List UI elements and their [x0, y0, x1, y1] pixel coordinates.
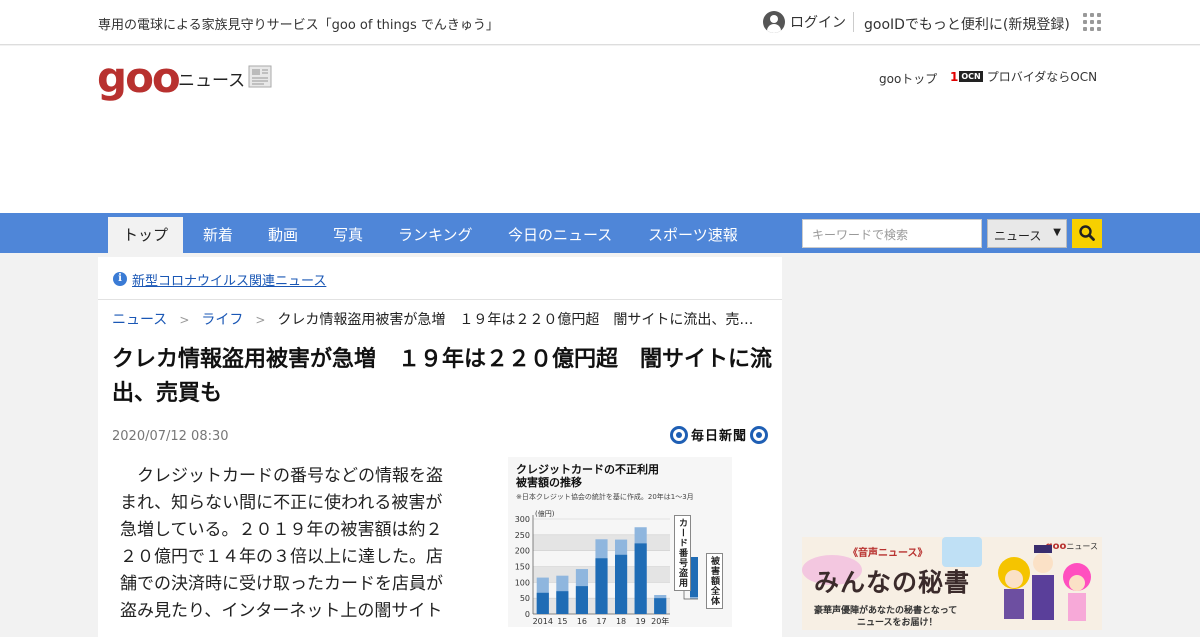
x-tick-label: 2014 — [533, 617, 553, 626]
x-tick-label: 18 — [616, 617, 626, 626]
covid-news-link[interactable]: 新型コロナウイルス関連ニュース — [132, 270, 326, 289]
tab-new[interactable]: 新着 — [203, 213, 233, 253]
bar-stolen — [575, 586, 588, 614]
voice-news-ad[interactable]: 《音声ニュース》 gooニュース みんなの秘書 豪華声優陣があなたの秘書となって… — [802, 537, 1102, 630]
breadcrumb-news[interactable]: ニュース — [112, 312, 167, 328]
x-tick-label: 16 — [577, 617, 587, 626]
legend-swatch-stolen — [690, 557, 698, 597]
chart-figure[interactable]: クレジットカードの不正利用 被害額の推移 ※日本クレジット協会の統計を基に作成。… — [508, 457, 732, 627]
bar-stolen — [634, 543, 647, 614]
goo-top-link[interactable]: gooトップ — [879, 70, 937, 87]
ad-line2: ニュースをお届け！ — [857, 618, 938, 628]
breadcrumb-current: クレカ情報盗用被害が急増 １９年は２２０億円超 闇サイトに流出、売… — [277, 312, 754, 328]
x-tick-label: 19 — [636, 617, 646, 626]
login-link[interactable]: ログイン — [763, 11, 846, 33]
ocn-logo-number: 1 — [950, 69, 959, 84]
tab-photo[interactable]: 写真 — [333, 213, 363, 253]
bar-stolen — [595, 558, 608, 614]
x-tick-label: 15 — [557, 617, 567, 626]
breadcrumb-separator-icon: > — [179, 313, 190, 327]
goo-logo[interactable]: goo — [97, 57, 181, 99]
tab-today[interactable]: 今日のニュース — [508, 213, 612, 253]
top-bar: 専用の電球による家族見守りサービス「goo of things でんきゅう」 ロ… — [0, 0, 1200, 45]
source-logo[interactable]: 毎日新聞 — [670, 425, 769, 444]
bar-stolen — [654, 598, 667, 614]
ad-characters-illustration — [998, 545, 1091, 621]
x-tick-label: 17 — [596, 617, 606, 626]
article-body: クレジットカードの番号などの情報を盗まれ、知らない間に不正に使われる被害が急増し… — [120, 466, 443, 621]
breadcrumb: ニュース > ライフ > クレカ情報盗用被害が急増 １９年は２２０億円超 闇サイトに流出… — [112, 309, 753, 329]
legend-total: 被害額全体 — [706, 553, 723, 609]
bar-chart: 300 250 200 150 100 50 02014 15 16 17 18 19 20年 — [515, 515, 698, 626]
newspaper-icon — [248, 65, 272, 88]
register-link[interactable]: gooIDでもっと便利に(新規登録) — [864, 14, 1070, 34]
y-tick-label: 300 — [515, 515, 530, 524]
bar-stolen — [536, 592, 549, 614]
ad-tag: 《音声ニュース》 — [848, 548, 928, 559]
legend-stolen: カード番号盗用 — [674, 515, 691, 591]
apps-grid-icon[interactable] — [1083, 13, 1101, 31]
ocn-logo-text: OCN — [959, 71, 983, 82]
main-nav: トップ 新着 動画 写真 ランキング 今日のニュース スポーツ速報 キーワードで… — [0, 213, 1200, 253]
caret-down-icon: ▼ — [1053, 227, 1061, 238]
ad-headline: みんなの秘書 — [814, 568, 971, 597]
y-tick-label: 150 — [515, 563, 530, 572]
article-date: 2020/07/12 08:30 — [112, 429, 229, 444]
site-header: goo ニュース gooトップ 1 OCN プロバイダならOCN — [0, 46, 1200, 213]
y-tick-label: 250 — [515, 531, 530, 540]
bar-stolen — [556, 591, 569, 614]
divider — [853, 12, 854, 32]
search-scope-select[interactable]: ニュース ▼ — [987, 219, 1067, 248]
mainichi-emblem-icon — [750, 425, 769, 444]
tab-ranking[interactable]: ランキング — [398, 213, 473, 253]
tab-sports[interactable]: スポーツ速報 — [648, 213, 738, 253]
x-tick-label: 20年 — [651, 616, 669, 626]
article-card: i 新型コロナウイルス関連ニュース ニュース > ライフ > クレカ情報盗用被害が急増 … — [98, 257, 782, 637]
source-name: 毎日新聞 — [691, 429, 748, 444]
ocn-logo-icon: 1 OCN — [950, 70, 983, 84]
search-scope-value: ニュース — [994, 229, 1042, 243]
section-title: ニュース — [178, 71, 246, 91]
breadcrumb-separator-icon: > — [255, 313, 266, 327]
article-title: クレカ情報盗用被害が急増 １９年は２２０億円超 闇サイトに流出、売買も — [112, 347, 773, 406]
covid-banner: i 新型コロナウイルス関連ニュース — [98, 257, 782, 300]
login-label: ログイン — [790, 15, 846, 31]
breadcrumb-life[interactable]: ライフ — [201, 312, 243, 328]
y-tick-label: 0 — [525, 610, 530, 619]
promo-link[interactable]: 専用の電球による家族見守りサービス「goo of things でんきゅう」 — [98, 14, 499, 33]
y-tick-label: 50 — [520, 594, 530, 603]
tab-video[interactable]: 動画 — [268, 213, 298, 253]
y-tick-label: 100 — [515, 578, 530, 587]
ocn-link[interactable]: 1 OCN プロバイダならOCN — [950, 68, 1097, 85]
y-tick-label: 200 — [515, 547, 530, 556]
search-button[interactable] — [1072, 219, 1102, 248]
search-input[interactable]: キーワードで検索 — [802, 219, 982, 248]
info-icon: i — [113, 272, 127, 286]
bar-stolen — [615, 554, 628, 614]
tab-top[interactable]: トップ — [108, 217, 184, 253]
ocn-label: プロバイダならOCN — [986, 70, 1098, 84]
search-icon — [1079, 225, 1095, 241]
mainichi-emblem-icon — [670, 425, 688, 444]
user-icon — [763, 11, 785, 33]
